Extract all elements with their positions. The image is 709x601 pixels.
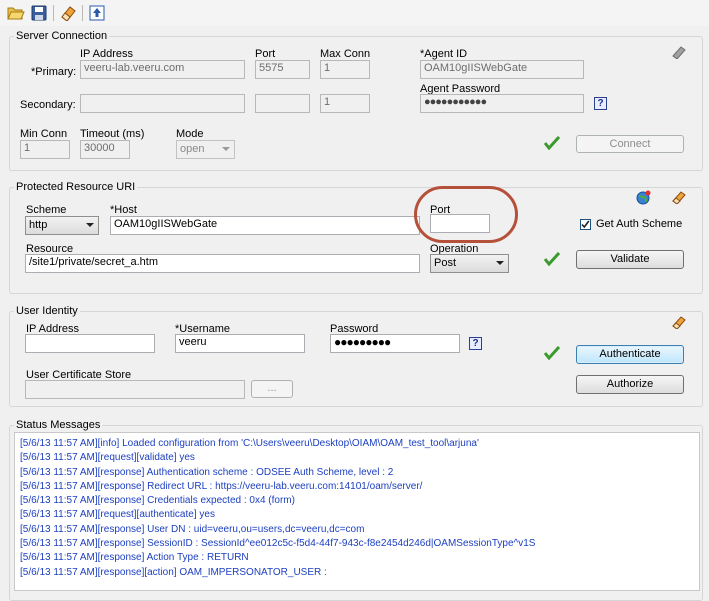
chevron-down-icon: [86, 223, 94, 227]
host-field[interactable]: OAM10gIISWebGate: [110, 216, 420, 235]
status-line: [5/6/13 11:57 AM][response][action] OAM_…: [20, 566, 327, 578]
primary-max-conn-field[interactable]: 1: [320, 60, 370, 79]
operation-value: Post: [434, 257, 457, 269]
mode-value: open: [180, 143, 205, 155]
user-identity-title: User Identity: [16, 305, 78, 317]
status-line: [5/6/13 11:57 AM][response] Authenticati…: [20, 466, 394, 478]
checkmark-icon: [544, 346, 560, 360]
status-line: [5/6/13 11:57 AM][response] User DN : ui…: [20, 523, 365, 535]
mode-select[interactable]: open: [176, 140, 235, 159]
globe-icon[interactable]: [636, 190, 651, 208]
toolbar-separator: [82, 5, 83, 21]
status-line: [5/6/13 11:57 AM][response] Action Type …: [20, 552, 249, 564]
user-ip-address-field[interactable]: [25, 334, 155, 353]
toolbar-separator: [53, 5, 54, 21]
agent-password-field[interactable]: ●●●●●●●●●●●: [420, 94, 584, 113]
cert-store-field[interactable]: [25, 380, 245, 399]
protected-resource-title: Protected Resource URI: [16, 181, 136, 193]
eraser-icon[interactable]: [59, 4, 77, 22]
toolbar: [0, 0, 709, 26]
help-icon[interactable]: ?: [594, 97, 607, 110]
checkmark-icon: [544, 136, 560, 150]
status-line: [5/6/13 11:57 AM][request][authenticate]…: [20, 509, 215, 521]
protected-resource-group: Protected Resource URI: [9, 181, 703, 294]
eraser-icon[interactable]: [671, 45, 687, 62]
username-field[interactable]: veeru: [175, 334, 305, 353]
min-conn-label: Min Conn: [20, 128, 68, 140]
secondary-ip-field[interactable]: [80, 94, 245, 113]
min-conn-field[interactable]: 1: [20, 140, 70, 159]
checkmark-icon: [544, 252, 560, 266]
status-line: [5/6/13 11:57 AM][response] Credentials …: [20, 495, 295, 507]
primary-ip-field[interactable]: veeru-lab.veeru.com: [80, 60, 245, 79]
get-auth-scheme-checkbox[interactable]: [580, 219, 591, 230]
operation-select[interactable]: Post: [430, 254, 509, 273]
get-auth-scheme-label: Get Auth Scheme: [596, 218, 683, 230]
eraser-icon[interactable]: [671, 190, 687, 207]
primary-port-field[interactable]: 5575: [255, 60, 310, 79]
save-icon[interactable]: [30, 4, 48, 22]
status-title: Status Messages: [16, 419, 101, 431]
password-field[interactable]: ●●●●●●●●●: [330, 334, 460, 353]
open-folder-icon[interactable]: [7, 4, 25, 22]
chevron-down-icon: [222, 147, 230, 151]
secondary-port-field[interactable]: [255, 94, 310, 113]
highlight-circle: [414, 186, 518, 243]
primary-label: *Primary:: [31, 66, 77, 78]
timeout-label: Timeout (ms): [80, 128, 145, 140]
authorize-button[interactable]: Authorize: [576, 375, 684, 394]
agent-id-field[interactable]: OAM10gIISWebGate: [420, 60, 584, 79]
help-icon[interactable]: ?: [469, 337, 482, 350]
status-line: [5/6/13 11:57 AM][info] Loaded configura…: [20, 438, 479, 449]
server-connection-title: Server Connection: [16, 30, 108, 42]
host-label: *Host: [110, 204, 137, 216]
status-line: [5/6/13 11:57 AM][request][validate] yes: [20, 452, 195, 464]
max-conn-label: Max Conn: [320, 48, 371, 60]
connect-button[interactable]: Connect: [576, 135, 684, 153]
mode-label: Mode: [176, 128, 204, 140]
agent-id-label: *Agent ID: [420, 48, 468, 60]
chevron-down-icon: [496, 261, 504, 265]
upload-icon[interactable]: [88, 4, 106, 22]
browse-button[interactable]: ...: [251, 380, 293, 398]
status-line: [5/6/13 11:57 AM][response] Redirect URL…: [20, 480, 423, 492]
scheme-value: http: [29, 219, 48, 231]
secondary-label: Secondary:: [20, 99, 76, 111]
port-label: Port: [255, 48, 276, 60]
timeout-field[interactable]: 30000: [80, 140, 130, 159]
validate-button[interactable]: Validate: [576, 250, 684, 269]
status-line: [5/6/13 11:57 AM][response] SessionID : …: [20, 538, 536, 550]
authenticate-button[interactable]: Authenticate: [576, 345, 684, 364]
secondary-max-conn-field[interactable]: 1: [320, 94, 370, 113]
eraser-icon[interactable]: [671, 315, 687, 332]
ip-address-label: IP Address: [80, 48, 133, 60]
scheme-select[interactable]: http: [25, 216, 99, 235]
status-messages-log[interactable]: [5/6/13 11:57 AM][info] Loaded configura…: [14, 432, 700, 591]
scheme-label: Scheme: [26, 204, 67, 216]
resource-field[interactable]: /site1/private/secret_a.htm: [25, 254, 420, 273]
